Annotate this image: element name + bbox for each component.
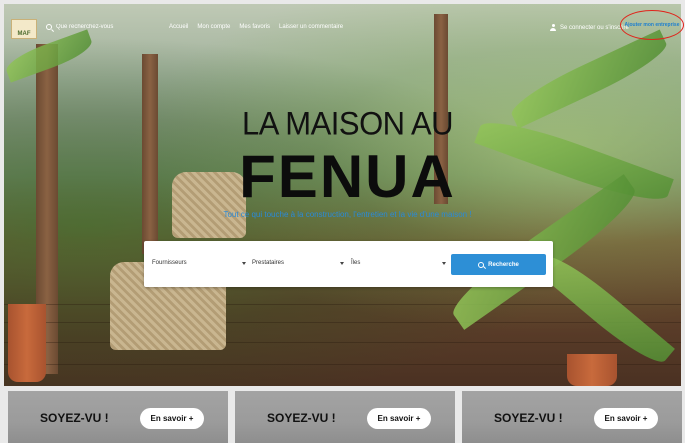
hero-subtitle: Tout ce qui touche à la construction, l'…: [223, 210, 472, 219]
promo-cards: SOYEZ-VU ! En savoir + SOYEZ-VU ! En sav…: [0, 391, 685, 443]
card-title: SOYEZ-VU !: [40, 411, 109, 425]
search-input[interactable]: [56, 24, 114, 30]
login-label: Se connecter ou s'inscrire: [560, 24, 629, 31]
nav-link-favorites[interactable]: Mes favoris: [239, 24, 270, 30]
plant-pot: [567, 354, 617, 386]
card-title: SOYEZ-VU !: [494, 411, 563, 425]
top-nav-bar: MAF Accueil Mon compte Mes favoris Laiss…: [4, 10, 681, 46]
nav-link-comment[interactable]: Laisser un commentaire: [279, 24, 343, 30]
site-logo[interactable]: MAF: [11, 19, 37, 39]
nav-link-home[interactable]: Accueil: [169, 24, 188, 30]
islands-select[interactable]: Îles: [351, 260, 446, 266]
search-icon: [478, 261, 485, 268]
nav-link-account[interactable]: Mon compte: [197, 24, 230, 30]
suppliers-select[interactable]: Fournisseurs: [152, 260, 246, 266]
learn-more-button[interactable]: En savoir +: [594, 408, 658, 429]
chevron-down-icon: [242, 261, 246, 265]
site-search: [46, 24, 114, 30]
chevron-down-icon: [340, 261, 344, 265]
learn-more-button[interactable]: En savoir +: [140, 408, 204, 429]
providers-select[interactable]: Prestataires: [252, 260, 344, 266]
promo-card: SOYEZ-VU ! En savoir +: [8, 391, 228, 443]
user-icon: [550, 24, 556, 31]
chevron-down-icon: [442, 261, 446, 265]
plant-pot: [8, 304, 46, 382]
card-title: SOYEZ-VU !: [267, 411, 336, 425]
login-link[interactable]: Se connecter ou s'inscrire: [550, 24, 629, 31]
add-business-button[interactable]: Ajouter mon entreprise: [620, 10, 684, 40]
search-icon: [46, 24, 52, 30]
promo-card: SOYEZ-VU ! En savoir +: [462, 391, 682, 443]
search-button[interactable]: Recherche: [451, 254, 546, 275]
promo-card: SOYEZ-VU ! En savoir +: [235, 391, 455, 443]
add-business-label: Ajouter mon entreprise: [624, 22, 680, 28]
hero-title-line1: LA MAISON AU: [241, 105, 454, 142]
main-nav: Accueil Mon compte Mes favoris Laisser u…: [169, 24, 343, 30]
directory-search-form: Fournisseurs Prestataires Îles Recherche: [144, 241, 553, 287]
hero-title-line2: FENUA: [239, 143, 456, 210]
learn-more-button[interactable]: En savoir +: [367, 408, 431, 429]
